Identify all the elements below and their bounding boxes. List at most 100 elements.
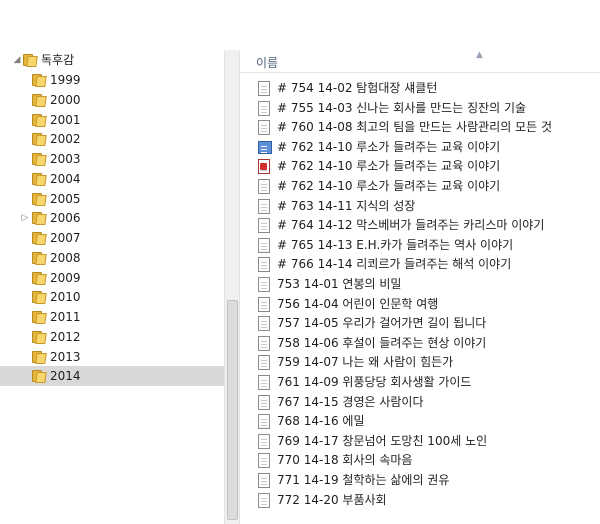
tree-item-label: 2014: [50, 369, 81, 384]
column-header-label: 이름: [256, 56, 279, 70]
tree-item-year[interactable]: 2014: [0, 366, 224, 387]
file-name: 758 14-06 후설이 들려주는 현상 이야기: [277, 335, 487, 350]
folder-icon: [32, 271, 47, 285]
file-name: # 764 14-12 막스베버가 들려주는 카리스마 이야기: [277, 218, 545, 233]
tree-item-label: 2004: [50, 171, 81, 186]
tree-item-label: 2012: [50, 329, 81, 344]
tree-item-label: 2001: [50, 112, 81, 127]
file-name: 767 14-15 경영은 사람이다: [277, 394, 424, 409]
document-icon: [258, 335, 270, 351]
file-name: # 755 14-03 신나는 회사를 만드는 징잔의 기술: [277, 100, 527, 115]
tree-item-year[interactable]: 2004: [0, 169, 224, 189]
tree-item-label: 2011: [50, 310, 81, 324]
folder-icon: [32, 132, 47, 147]
tree-item-label: 1999: [50, 73, 81, 87]
expand-arrow-icon[interactable]: ▷: [20, 208, 30, 228]
tree-item-label: 2003: [50, 152, 81, 166]
document-icon: [258, 394, 270, 410]
tree-item-year[interactable]: 2003: [0, 149, 224, 169]
tree-item-year[interactable]: 2008: [0, 248, 224, 268]
document-icon: [258, 179, 270, 194]
document-icon: [258, 414, 270, 430]
tree-item-label: 2006: [50, 211, 81, 226]
tree-item-label: 2002: [50, 132, 81, 147]
tree-item-year[interactable]: ▷ 2006: [0, 208, 224, 228]
folder-icon: [32, 73, 47, 87]
file-name: 768 14-16 에밀: [277, 414, 365, 429]
document-icon: [258, 473, 270, 488]
file-name: # 766 14-14 리쾨르가 들려주는 해석 이야기: [277, 257, 512, 272]
folder-icon: [32, 251, 47, 265]
folder-icon: [32, 290, 47, 305]
tree-item-label: 2013: [50, 349, 81, 364]
tree-item-label: 2010: [50, 290, 81, 305]
document-icon: [258, 257, 270, 273]
tree-item-year[interactable]: 2012: [0, 327, 224, 347]
file-name: 759 14-07 나는 왜 사람이 힘든가: [277, 355, 454, 370]
blue-document-icon: [258, 140, 272, 154]
tree-item-year[interactable]: 2011: [0, 307, 224, 327]
file-name: 772 14-20 부품사회: [277, 492, 387, 507]
folder-icon: [23, 53, 38, 67]
folder-icon: [32, 113, 47, 127]
folder-icon: [32, 310, 47, 324]
file-name: # 762 14-10 루소가 들려주는 교육 이야기: [277, 179, 501, 193]
document-icon: [258, 100, 270, 116]
document-icon: [258, 296, 270, 312]
tree-item-label: 독후감: [41, 53, 75, 67]
tree-item-label: 2009: [50, 270, 81, 285]
tree-item-year[interactable]: 2007: [0, 228, 224, 248]
folder-icon: [32, 330, 47, 344]
sort-ascending-icon: ▲: [476, 50, 483, 60]
red-document-icon: [258, 159, 270, 175]
file-name: 771 14-19 철학하는 삶에의 권유: [277, 473, 450, 487]
file-name: 753 14-01 연봉의 비밀: [277, 277, 402, 291]
tree-item-year[interactable]: 2002: [0, 129, 224, 149]
tree-item-label: 2007: [50, 231, 81, 245]
file-name: 761 14-09 위풍당당 회사생활 가이드: [277, 375, 472, 389]
tree-item-year[interactable]: 2000: [0, 90, 224, 110]
column-header-name[interactable]: 이름 ▲: [240, 50, 600, 73]
folder-icon: [32, 172, 47, 186]
file-name: # 754 14-02 탐험대장 섀클턴: [277, 81, 438, 95]
scrollbar-thumb[interactable]: [227, 300, 238, 520]
folder-icon: [32, 369, 47, 384]
file-name: # 762 14-10 루소가 들려주는 교육 이야기: [277, 139, 501, 154]
document-icon: [258, 375, 270, 390]
folder-icon: [32, 211, 47, 226]
document-icon: [258, 237, 270, 253]
folder-icon: [32, 152, 47, 166]
document-icon: [258, 81, 270, 96]
tree-scrollbar[interactable]: [224, 50, 240, 524]
collapse-arrow-icon[interactable]: ◢: [12, 50, 22, 70]
file-name: 757 14-05 우리가 걸어가면 길이 됩니다: [277, 316, 487, 331]
document-icon: [258, 218, 270, 234]
folder-icon: [32, 192, 47, 206]
tree-item-label: 2000: [50, 92, 81, 107]
file-name: 770 14-18 회사의 속마음: [277, 453, 413, 468]
file-name: 756 14-04 어린이 인문학 여행: [277, 296, 439, 311]
file-name: # 760 14-08 최고의 팀을 만드는 사람관리의 모든 것: [277, 120, 552, 135]
file-name: # 763 14-11 지식의 성장: [277, 198, 416, 213]
tree-item-year[interactable]: 1999: [0, 70, 224, 90]
folder-icon: [32, 93, 47, 107]
tree-item-year[interactable]: 2010: [0, 287, 224, 307]
tree-item-year[interactable]: 2005: [0, 189, 224, 209]
tree-item-label: 2008: [50, 250, 81, 265]
tree-item-year[interactable]: 2001: [0, 110, 224, 130]
window-top-area: [0, 0, 600, 50]
file-name: # 762 14-10 루소가 들려주는 교육 이야기: [277, 159, 501, 174]
document-icon: [258, 453, 270, 469]
document-icon: [258, 355, 270, 371]
tree-item-root[interactable]: ◢ 독후감: [0, 50, 224, 70]
document-icon: [258, 198, 270, 214]
folder-icon: [32, 231, 47, 245]
document-icon: [258, 492, 270, 508]
file-list-pane: 이름 ▲ # 754 14-02 탐험대장 섀클턴 # 755 14-03 신나는…: [240, 50, 600, 524]
tree-item-year[interactable]: 2013: [0, 347, 224, 367]
document-icon: [258, 316, 270, 332]
folder-icon: [32, 350, 47, 364]
file-name: 769 14-17 창문넘어 도망친 100세 노인: [277, 433, 488, 448]
tree-item-year[interactable]: 2009: [0, 268, 224, 288]
folder-tree-pane: ◢ 독후감 1999 2000 2001 2002 2003 2004 2005 ▷ 2006 2…: [0, 50, 224, 524]
